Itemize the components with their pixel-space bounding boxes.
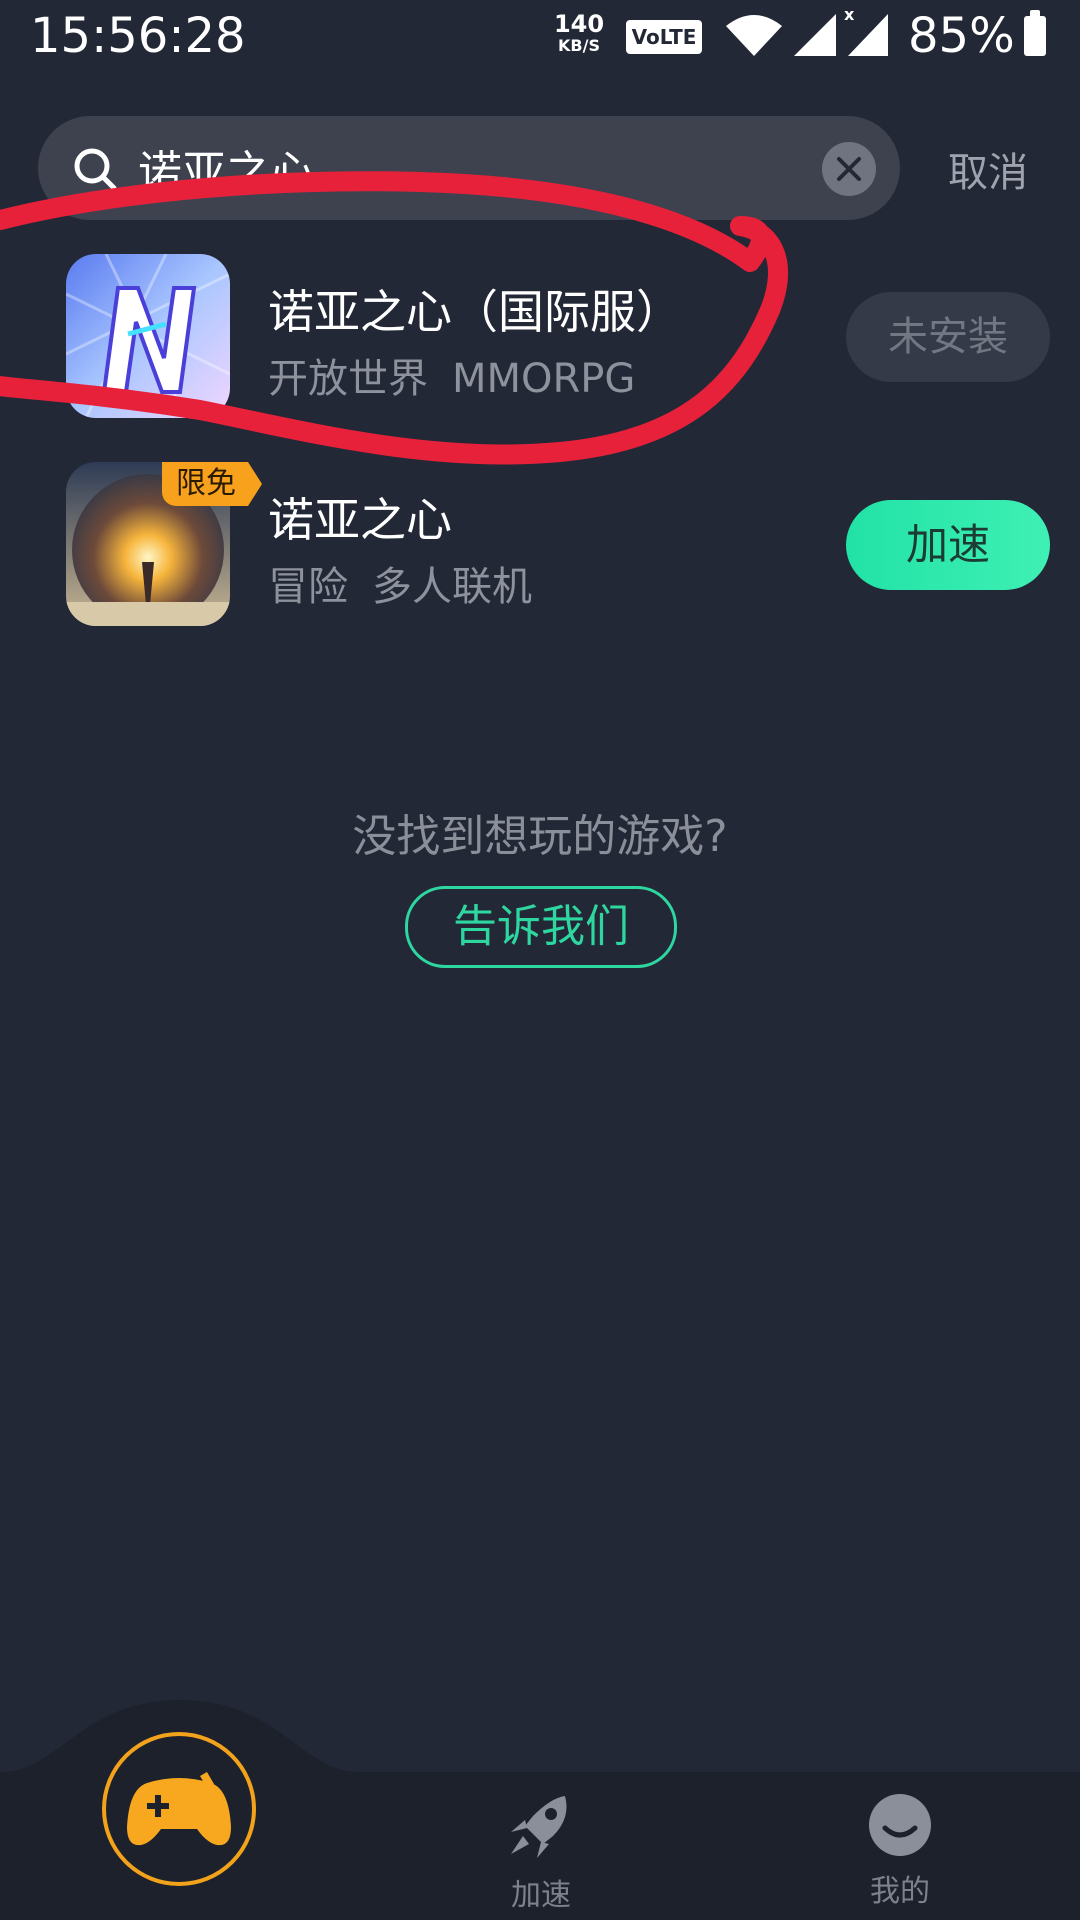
nav-profile-label: 我的 xyxy=(870,1874,930,1909)
not-installed-button[interactable]: 未安装 xyxy=(846,292,1050,382)
accelerate-button[interactable]: 加速 xyxy=(846,500,1050,590)
clear-search-button[interactable] xyxy=(822,142,876,196)
not-found-prompt: 没找到想玩的游戏? xyxy=(352,811,728,862)
cell-signal-no-data-icon: x xyxy=(844,6,888,56)
network-speed-value: 140 xyxy=(553,10,605,38)
gamepad-add-icon xyxy=(127,1771,231,1846)
rocket-icon xyxy=(511,1796,567,1858)
noah-n-logo-icon[interactable] xyxy=(66,254,230,418)
close-icon xyxy=(837,157,861,181)
wifi-icon xyxy=(726,15,782,56)
tell-us-button[interactable]: 告诉我们 xyxy=(405,886,677,968)
nav-accelerate[interactable]: 加速 xyxy=(498,1792,584,1914)
nav-profile[interactable]: 我的 xyxy=(860,1792,940,1910)
game-tag: 冒险 xyxy=(268,564,348,610)
bottom-nav: 加速 我的 xyxy=(0,1700,1080,1920)
game-result-row[interactable]: 诺亚之心（国际服） 开放世界 MMORPG 未安装 xyxy=(0,254,1080,424)
cancel-button[interactable]: 取消 xyxy=(948,140,1028,198)
app-screen: 15:56:28 140 KB/S VoLTE x 85% 诺亚之心 取消 诺亚… xyxy=(0,0,1080,1920)
nav-accelerate-label: 加速 xyxy=(511,1878,571,1913)
game-tags: 冒险 多人联机 xyxy=(268,554,556,612)
game-title: 诺亚之心（国际服） xyxy=(268,285,682,339)
game-tag: 开放世界 xyxy=(268,356,428,402)
search-icon xyxy=(74,148,117,191)
svg-text:x: x xyxy=(844,6,855,24)
status-time: 15:56:28 xyxy=(30,8,246,64)
battery-percent: 85% xyxy=(908,8,1015,64)
game-title: 诺亚之心 xyxy=(268,493,452,547)
game-tag: 多人联机 xyxy=(372,564,532,610)
search-bar xyxy=(38,116,900,220)
game-result-row[interactable]: 限免 诺亚之心 冒险 多人联机 加速 xyxy=(0,462,1080,632)
network-speed: 140 KB/S xyxy=(552,12,606,54)
limited-free-badge: 限免 xyxy=(162,462,262,506)
nav-home-button[interactable] xyxy=(102,1732,256,1886)
smiley-face-icon xyxy=(869,1794,931,1856)
game-tag: MMORPG xyxy=(452,356,636,402)
volte-badge: VoLTE xyxy=(626,20,702,54)
search-input[interactable] xyxy=(138,136,738,200)
game-tags: 开放世界 MMORPG xyxy=(268,346,659,404)
battery-icon xyxy=(1024,10,1046,56)
network-speed-unit: KB/S xyxy=(558,36,600,55)
cell-signal-icon xyxy=(794,14,836,56)
status-bar: 15:56:28 140 KB/S VoLTE x 85% xyxy=(0,0,1080,72)
